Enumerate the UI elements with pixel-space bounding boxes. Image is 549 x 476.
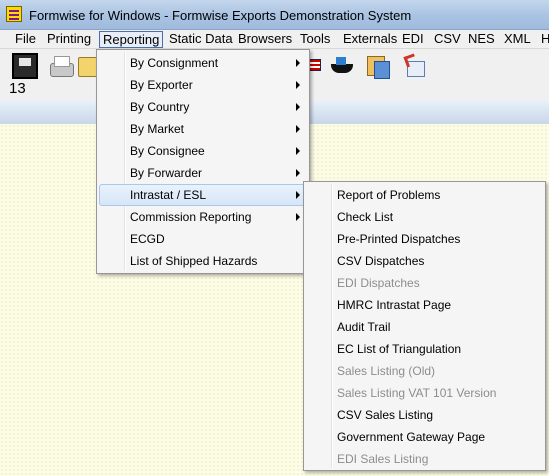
submenu-arrow-icon bbox=[296, 169, 300, 177]
submenu-arrow-icon bbox=[296, 147, 300, 155]
menu-xml[interactable]: XML bbox=[501, 31, 534, 48]
menu-item-audit-trail[interactable]: Audit Trail bbox=[306, 316, 543, 338]
reporting-menu: By Consignment By Exporter By Country By… bbox=[96, 49, 310, 274]
menu-nes[interactable]: NES bbox=[465, 31, 498, 48]
menu-help[interactable]: H bbox=[538, 31, 549, 48]
menu-browsers[interactable]: Browsers bbox=[235, 31, 295, 48]
menu-item-by-consignment[interactable]: By Consignment bbox=[99, 52, 307, 74]
menu-item-sales-listing-old: Sales Listing (Old) bbox=[337, 364, 436, 378]
menu-item-by-country[interactable]: By Country bbox=[99, 96, 307, 118]
menu-item-edi-sales-listing: EDI Sales Listing bbox=[337, 452, 429, 466]
menu-item-list-of-shipped-hazards[interactable]: List of Shipped Hazards bbox=[99, 250, 307, 272]
menu-item-csv-sales-listing[interactable]: CSV Sales Listing bbox=[306, 404, 543, 426]
menu-tools[interactable]: Tools bbox=[297, 31, 333, 48]
app-icon bbox=[6, 6, 22, 22]
refresh-icon[interactable] bbox=[403, 53, 429, 79]
menu-item-ecgd[interactable]: ECGD bbox=[99, 228, 307, 250]
record-count: 13 bbox=[9, 80, 26, 97]
menu-item-csv-dispatches[interactable]: CSV Dispatches bbox=[306, 250, 543, 272]
window-title: Formwise for Windows - Formwise Exports … bbox=[29, 8, 412, 23]
menu-item-by-forwarder[interactable]: By Forwarder bbox=[99, 162, 307, 184]
menu-item-by-market[interactable]: By Market bbox=[99, 118, 307, 140]
submenu-arrow-icon bbox=[296, 191, 300, 199]
submenu-arrow-icon bbox=[296, 213, 300, 221]
menu-csv[interactable]: CSV bbox=[431, 31, 464, 48]
menu-item-ec-list-of-triangulation[interactable]: EC List of Triangulation bbox=[306, 338, 543, 360]
menu-item-by-exporter[interactable]: By Exporter bbox=[99, 74, 307, 96]
submenu-arrow-icon bbox=[296, 125, 300, 133]
menu-static-data[interactable]: Static Data bbox=[166, 31, 236, 48]
menu-item-commission-reporting[interactable]: Commission Reporting bbox=[99, 206, 307, 228]
menu-externals[interactable]: Externals bbox=[340, 31, 400, 48]
submenu-arrow-icon bbox=[296, 103, 300, 111]
menu-file[interactable]: File bbox=[12, 31, 39, 48]
documents-icon[interactable] bbox=[365, 53, 391, 79]
menu-item-hmrc-intrastat-page[interactable]: HMRC Intrastat Page bbox=[306, 294, 543, 316]
floppy-icon[interactable] bbox=[12, 53, 38, 79]
menu-item-government-gateway-page[interactable]: Government Gateway Page bbox=[306, 426, 543, 448]
menu-item-pre-printed-dispatches[interactable]: Pre-Printed Dispatches bbox=[306, 228, 543, 250]
menu-item-report-of-problems[interactable]: Report of Problems bbox=[306, 184, 543, 206]
menu-item-sales-listing-vat-101: Sales Listing VAT 101 Version bbox=[337, 386, 497, 400]
menu-item-check-list[interactable]: Check List bbox=[306, 206, 543, 228]
printer-icon[interactable] bbox=[48, 53, 74, 79]
menu-edi[interactable]: EDI bbox=[399, 31, 427, 48]
submenu-arrow-icon bbox=[296, 81, 300, 89]
menu-printing[interactable]: Printing bbox=[44, 31, 94, 48]
menu-item-by-consignee[interactable]: By Consignee bbox=[99, 140, 307, 162]
menu-reporting[interactable]: Reporting bbox=[99, 31, 164, 48]
submenu-arrow-icon bbox=[296, 59, 300, 67]
menu-item-edi-dispatches: EDI Dispatches bbox=[337, 276, 420, 290]
menu-item-intrastat-esl[interactable]: Intrastat / ESL bbox=[99, 184, 307, 206]
menu-bar: File Printing Reporting Static Data Brow… bbox=[0, 30, 549, 49]
intrastat-submenu: Report of Problems Check List Pre-Printe… bbox=[303, 181, 546, 471]
title-bar: Formwise for Windows - Formwise Exports … bbox=[0, 0, 549, 30]
ship-icon[interactable] bbox=[330, 53, 356, 79]
